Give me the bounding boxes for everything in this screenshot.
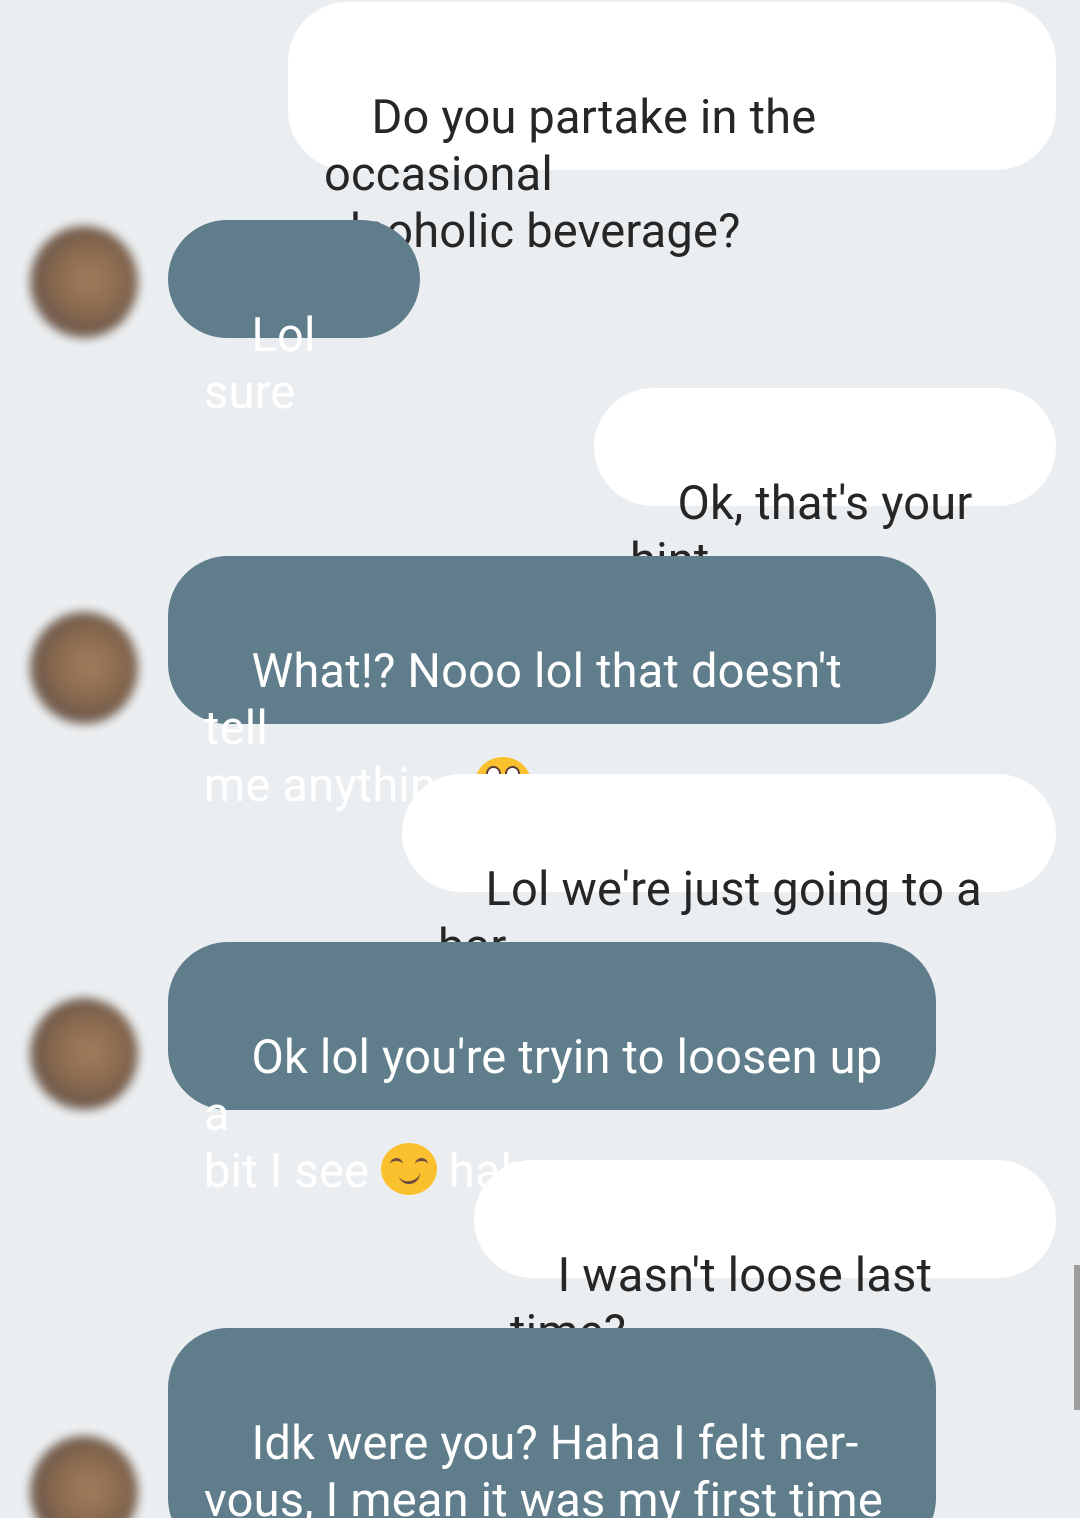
scrollbar-thumb[interactable] xyxy=(1074,1265,1080,1410)
smirking-face-emoji xyxy=(381,1143,438,1195)
message-bubble-incoming[interactable]: Lol sure xyxy=(168,220,420,420)
contact-avatar[interactable] xyxy=(16,214,151,349)
message-text: Lol sure xyxy=(204,308,328,420)
message-bubble-incoming[interactable]: Idk were you? Haha I felt ner- vous, I m… xyxy=(168,1328,936,1518)
contact-avatar[interactable] xyxy=(16,600,151,735)
contact-avatar[interactable] xyxy=(16,986,151,1121)
message-bubble-outgoing[interactable]: Lol we're just going to a bar xyxy=(402,774,1056,974)
avatar-photo xyxy=(30,1436,138,1518)
avatar-photo xyxy=(30,998,138,1110)
message-bubble-outgoing[interactable]: Do you partake in the occasional alcohol… xyxy=(288,2,1056,259)
message-bubble-incoming[interactable]: Ok lol you're tryin to loosen up a bit I… xyxy=(168,942,936,1199)
contact-avatar[interactable] xyxy=(16,1424,151,1518)
avatar-photo xyxy=(30,612,138,724)
message-bubble-incoming[interactable]: What!? Nooo lol that doesn't tell me any… xyxy=(168,556,936,813)
avatar-photo xyxy=(30,226,138,338)
message-bubble-outgoing[interactable]: Ok, that's your hint xyxy=(594,388,1056,588)
message-text: Idk were you? Haha I felt ner- vous, I m… xyxy=(204,1416,883,1518)
chat-thread[interactable]: Do you partake in the occasional alcohol… xyxy=(0,0,1080,1518)
message-bubble-outgoing[interactable]: I wasn't loose last time? xyxy=(474,1160,1056,1360)
